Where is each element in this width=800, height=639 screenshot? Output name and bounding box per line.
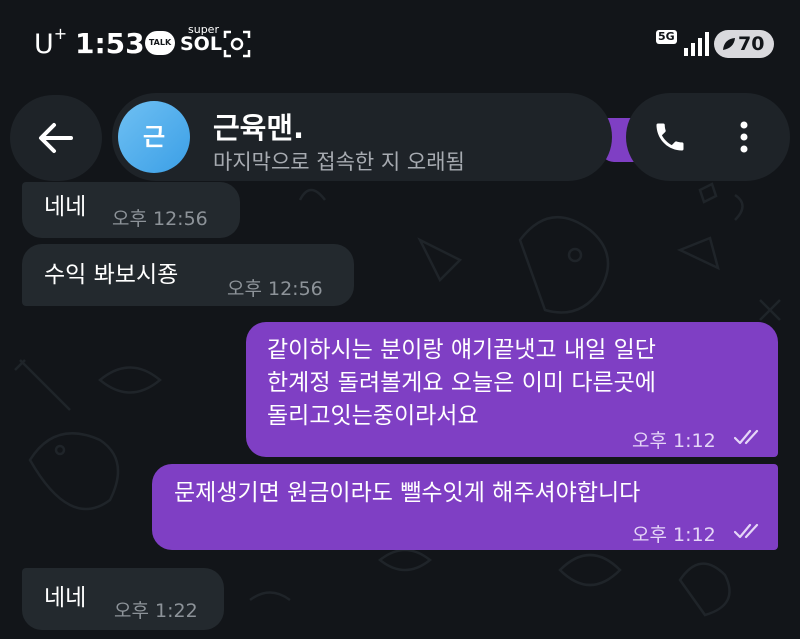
message-text: 문제생기면 원금이라도 뺄수잇게 해주셔야합니다 [174,480,641,506]
double-check-icon [734,429,759,445]
call-button[interactable] [648,115,692,159]
battery-level: 70 [738,33,765,55]
status-time: 1:53 [75,27,145,60]
message-bubble-outgoing[interactable]: 문제생기면 원금이라도 뺄수잇게 해주셔야합니다 오후 1:12 [152,464,778,550]
message-line: 같이하시는 분이랑 얘기끝냇고 내일 일단 [267,337,656,363]
back-button[interactable] [10,95,102,181]
message-time: 오후 1:22 [114,600,198,622]
message-time: 오후 12:56 [227,278,323,300]
5g-badge: 5G [656,30,677,44]
leaf-icon [723,38,735,50]
status-bar: U+ 1:53 TALK super SOL 5G 70 [0,0,800,90]
kakaotalk-icon: TALK [145,31,175,55]
more-options-button[interactable] [722,115,766,159]
message-text: 네네 [44,194,87,220]
message-text: 수익 봐보시죵 [44,262,179,288]
message-time: 오후 1:12 [632,524,716,546]
arrow-left-icon [39,123,73,153]
contact-name: 근육맨. [213,111,305,145]
last-seen-status: 마지막으로 접속한 지 오래됨 [213,150,465,174]
chat-header-profile[interactable]: 근 근육맨. 마지막으로 접속한 지 오래됨 [112,93,612,181]
message-time: 오후 1:12 [632,430,716,452]
signal-bars-icon [684,32,709,56]
header-actions [626,93,790,181]
message-bubble-outgoing[interactable]: 같이하시는 분이랑 얘기끝냇고 내일 일단 한계정 돌려볼게요 오늘은 이미 다… [246,322,778,457]
message-bubble-incoming[interactable]: 수익 봐보시죵 오후 12:56 [22,244,354,306]
message-time: 오후 12:56 [112,208,208,230]
supersol-icon: super SOL [180,23,222,55]
message-bubble-incoming[interactable]: 네네 오후 12:56 [22,182,240,238]
double-check-icon [734,523,759,539]
carrier-label: U+ [34,24,68,60]
message-text: 네네 [44,585,87,611]
message-bubble-incoming[interactable]: 네네 오후 1:22 [22,568,224,630]
phone-icon [656,123,684,151]
screenshot-icon [223,30,251,58]
avatar[interactable]: 근 [118,101,190,173]
more-vertical-icon [740,121,748,153]
battery-indicator: 70 [714,30,774,58]
message-text: 같이하시는 분이랑 얘기끝냇고 내일 일단 한계정 돌려볼게요 오늘은 이미 다… [267,334,767,433]
message-line: 한계정 돌려볼게요 오늘은 이미 다른곳에 [267,370,656,396]
